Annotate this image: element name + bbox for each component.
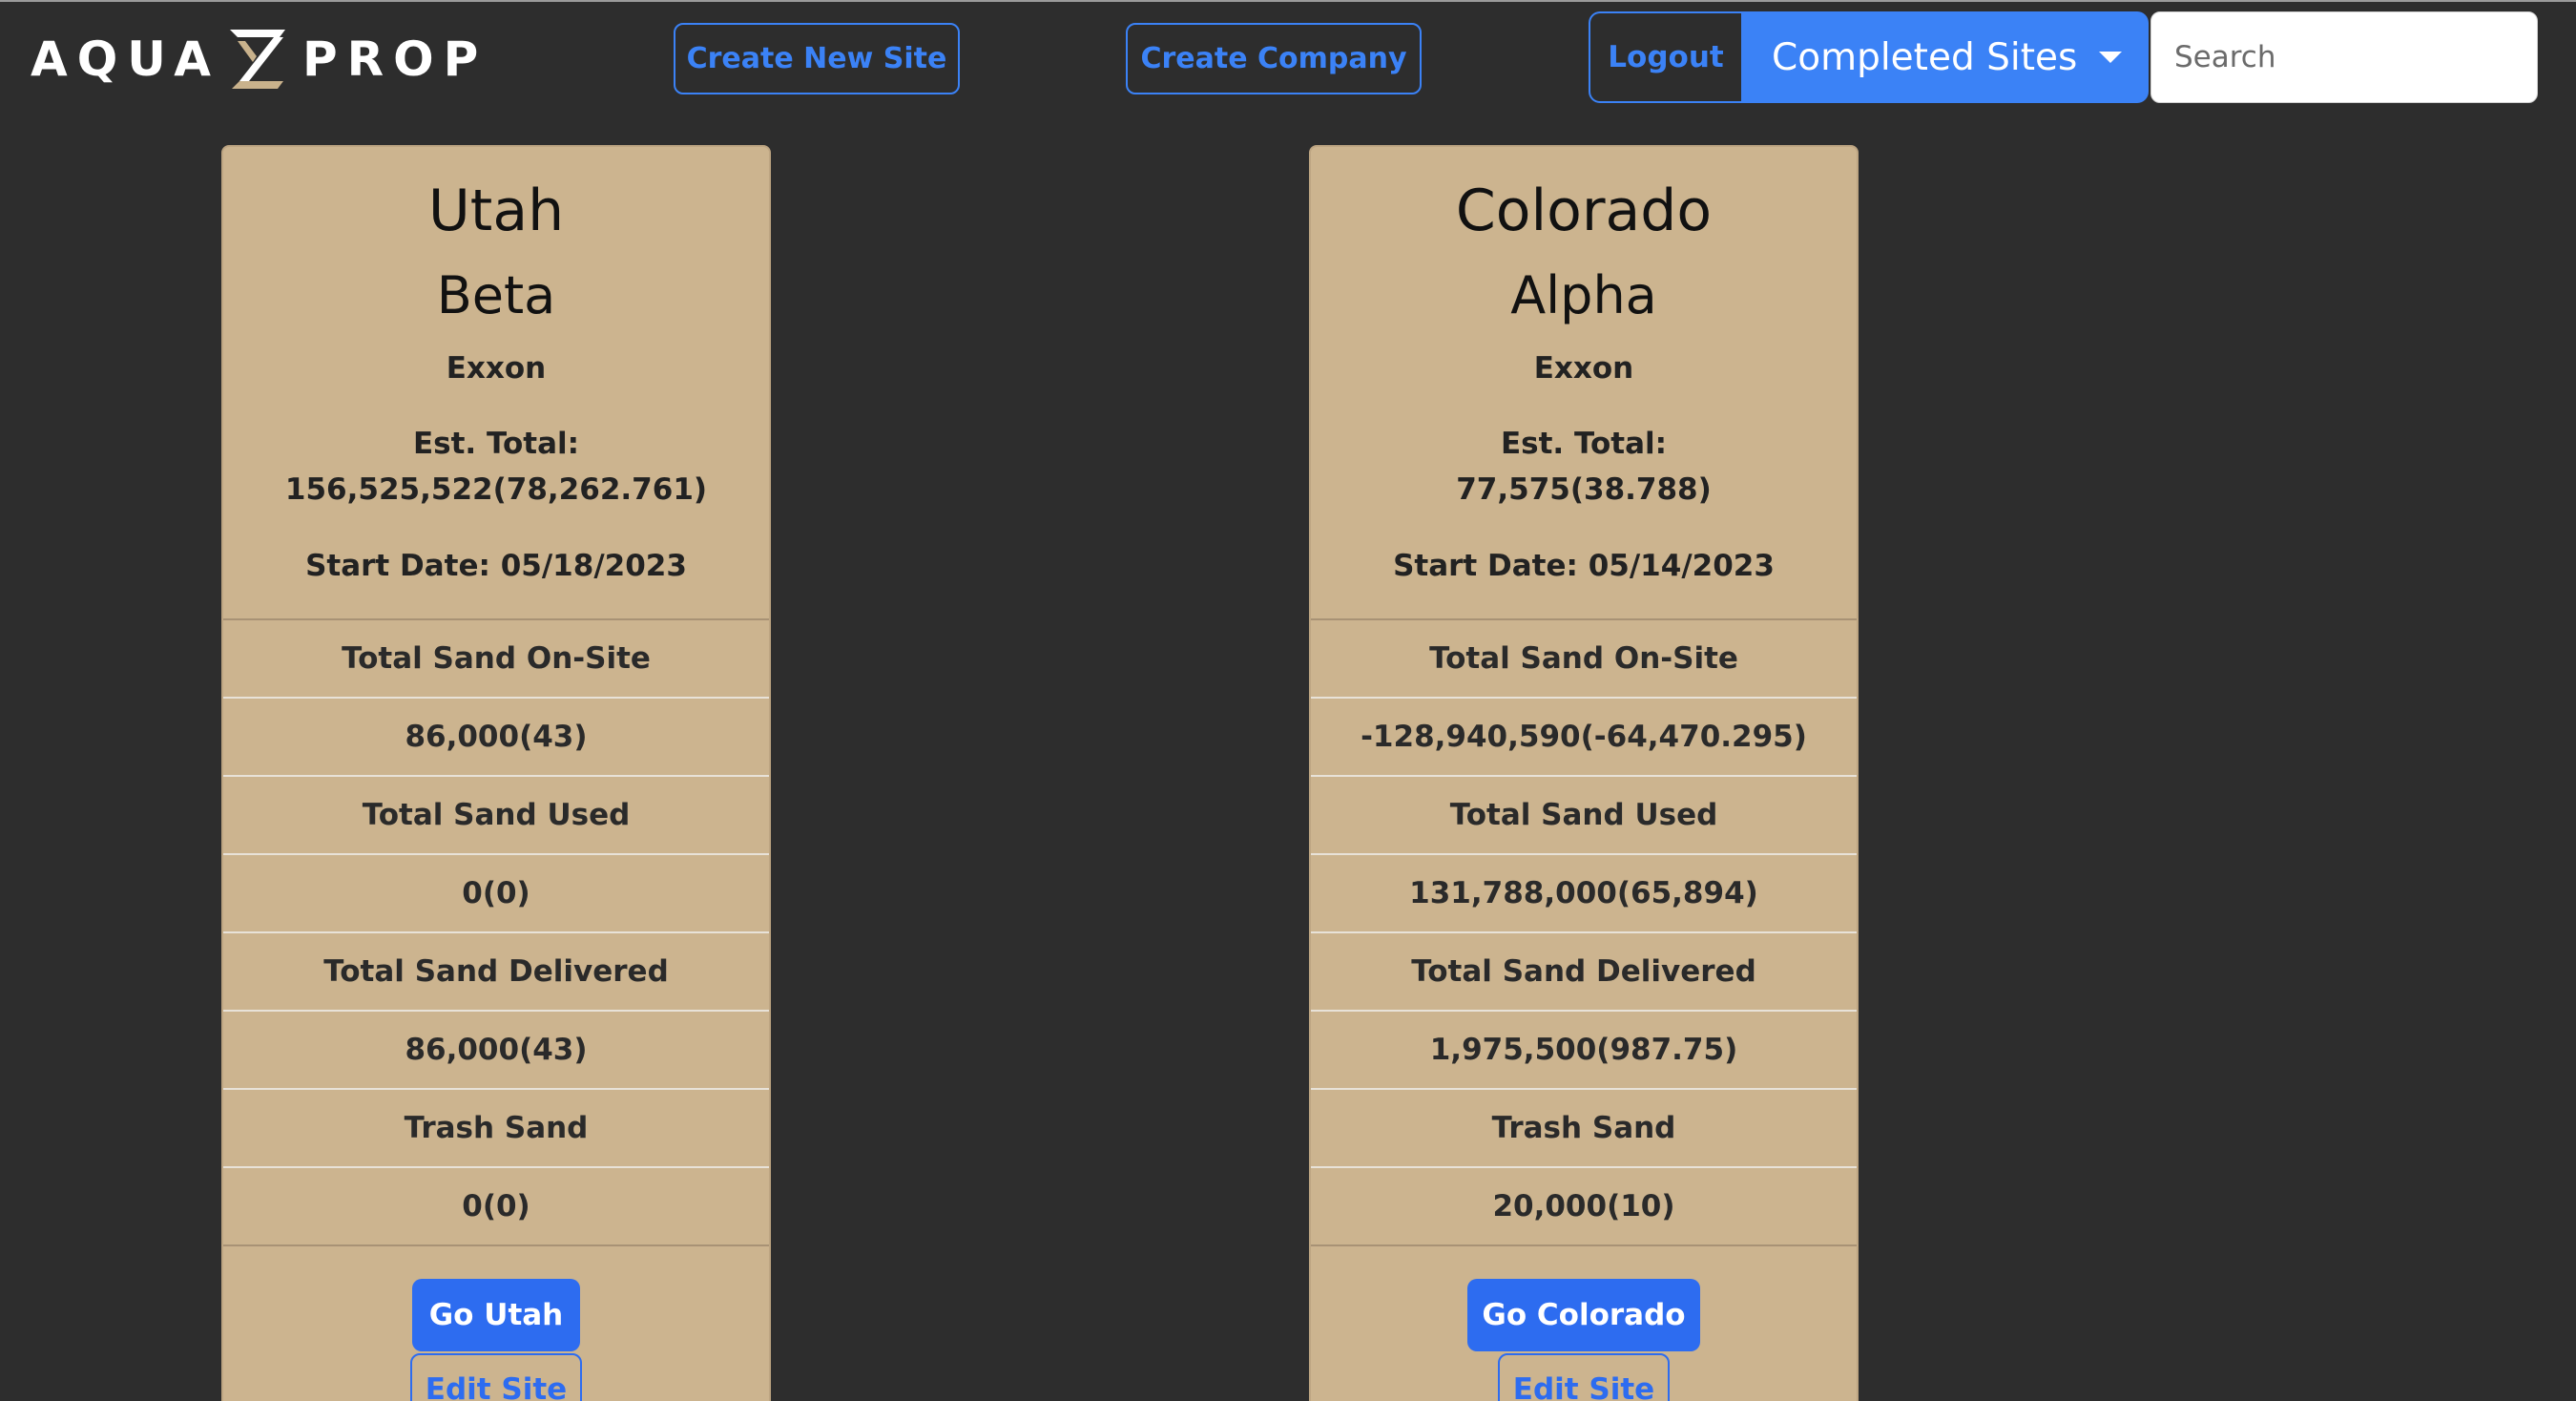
aquaprop-logo[interactable]: AQUA PROP xyxy=(31,29,488,90)
est-total-value: 156,525,522(78,262.761) xyxy=(284,472,708,507)
create-company-button[interactable]: Create Company xyxy=(1126,23,1422,94)
logo-text-right: PROP xyxy=(301,31,488,87)
site-card: Colorado Alpha Exxon Est. Total: 77,575(… xyxy=(1309,145,1859,1401)
stat-value-sand-delivered: 1,975,500(987.75) xyxy=(1311,1012,1857,1090)
start-date: Start Date: 05/18/2023 xyxy=(305,549,687,583)
go-site-button[interactable]: Go Colorado xyxy=(1467,1279,1700,1351)
logout-button[interactable]: Logout xyxy=(1589,11,1741,103)
logout-filter-group: Logout Completed Sites xyxy=(1589,11,2149,103)
site-filter-value: Completed Sites xyxy=(1772,35,2078,79)
start-date: Start Date: 05/14/2023 xyxy=(1393,549,1775,583)
stat-label-sand-used: Total Sand Used xyxy=(223,777,769,855)
site-card: Utah Beta Exxon Est. Total: 156,525,522(… xyxy=(221,145,771,1401)
stat-value-sand-used: 0(0) xyxy=(223,855,769,933)
site-subtitle: Alpha xyxy=(1510,265,1657,325)
stat-value-sand-on-site: 86,000(43) xyxy=(223,699,769,777)
stat-label-trash-sand: Trash Sand xyxy=(1311,1090,1857,1168)
logo-mark-icon xyxy=(229,30,285,89)
edit-site-button[interactable]: Edit Site xyxy=(1498,1353,1670,1401)
create-new-site-button[interactable]: Create New Site xyxy=(674,23,960,94)
site-stats-list: Total Sand On-Site -128,940,590(-64,470.… xyxy=(1311,620,1857,1246)
site-title: Colorado xyxy=(1455,178,1713,244)
est-total-label: Est. Total: xyxy=(412,427,580,461)
search-input[interactable] xyxy=(2150,11,2538,103)
stat-label-trash-sand: Trash Sand xyxy=(223,1090,769,1168)
est-total-label: Est. Total: xyxy=(1500,427,1668,461)
stat-label-sand-delivered: Total Sand Delivered xyxy=(1311,933,1857,1012)
est-total-value: 77,575(38.788) xyxy=(1456,472,1712,507)
stat-value-sand-on-site: -128,940,590(-64,470.295) xyxy=(1311,699,1857,777)
stat-label-sand-used: Total Sand Used xyxy=(1311,777,1857,855)
stat-value-trash-sand: 0(0) xyxy=(223,1168,769,1246)
site-filter-select[interactable]: Completed Sites xyxy=(1741,11,2149,103)
stat-value-trash-sand: 20,000(10) xyxy=(1311,1168,1857,1246)
site-card-header: Colorado Alpha Exxon Est. Total: 77,575(… xyxy=(1311,147,1857,620)
stat-label-sand-delivered: Total Sand Delivered xyxy=(223,933,769,1012)
site-stats-list: Total Sand On-Site 86,000(43) Total Sand… xyxy=(223,620,769,1246)
caret-down-icon xyxy=(2099,52,2122,63)
stat-value-sand-used: 131,788,000(65,894) xyxy=(1311,855,1857,933)
stat-value-sand-delivered: 86,000(43) xyxy=(223,1012,769,1090)
page: AQUA PROP Create New Site Create Company… xyxy=(0,0,2576,1401)
edit-site-button[interactable]: Edit Site xyxy=(410,1353,582,1401)
stat-label-sand-on-site: Total Sand On-Site xyxy=(1311,620,1857,699)
site-title: Utah xyxy=(427,178,565,244)
stat-label-sand-on-site: Total Sand On-Site xyxy=(223,620,769,699)
go-site-button[interactable]: Go Utah xyxy=(412,1279,580,1351)
site-company: Exxon xyxy=(1533,351,1634,386)
logo-text-left: AQUA xyxy=(31,31,220,87)
site-subtitle: Beta xyxy=(436,265,556,325)
site-company: Exxon xyxy=(446,351,547,386)
site-card-header: Utah Beta Exxon Est. Total: 156,525,522(… xyxy=(223,147,769,620)
